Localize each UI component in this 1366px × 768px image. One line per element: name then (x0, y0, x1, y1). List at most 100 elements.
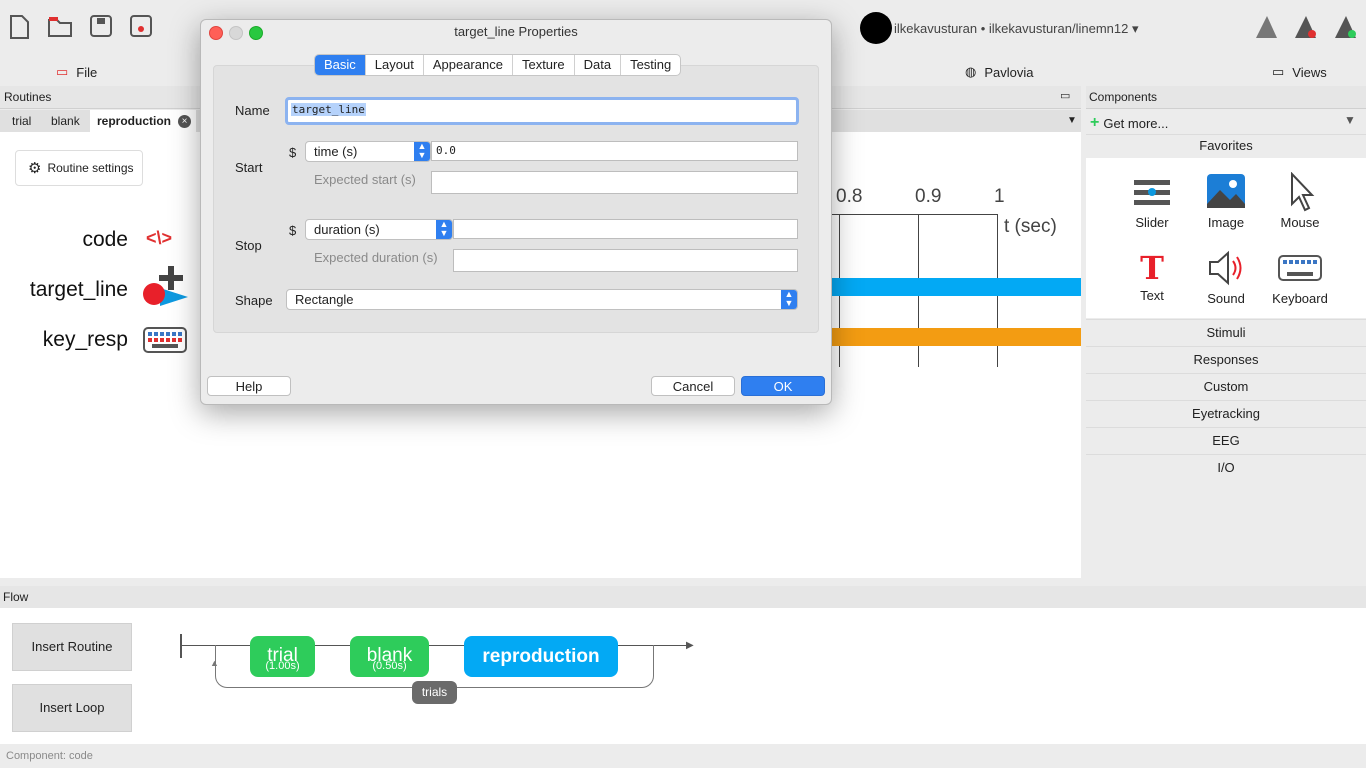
insert-routine-button[interactable]: Insert Routine (12, 623, 132, 671)
text-icon: T (1140, 249, 1164, 287)
name-input[interactable]: target_line (285, 97, 799, 125)
tab-reproduction[interactable]: reproduction (97, 114, 171, 128)
flow-title: Flow (3, 590, 29, 604)
filter-icon[interactable]: ▼ (1344, 113, 1356, 127)
polygon-icon[interactable] (140, 266, 190, 312)
favorites-header[interactable]: Favorites (1086, 134, 1366, 157)
pavlovia-menu[interactable]: ◍ Pavlovia (965, 64, 1033, 80)
mouse-cursor-icon (1291, 171, 1315, 212)
image-icon (1207, 174, 1245, 208)
favorites-grid: Slider Image Mouse T Text Sound Keyboard (1086, 158, 1366, 318)
tab-appearance[interactable]: Appearance (424, 55, 513, 75)
run-experiment-icon[interactable] (1332, 12, 1358, 40)
category-stimuli[interactable]: Stimuli (1086, 319, 1366, 345)
fav-mouse[interactable]: Mouse (1263, 171, 1337, 230)
stop-value-input[interactable] (453, 219, 798, 239)
save-as-icon[interactable] (128, 12, 154, 40)
dialog-title: target_line Properties (454, 24, 578, 39)
maximize-icon[interactable]: ▭ (1060, 89, 1070, 102)
speaker-icon (1209, 250, 1242, 286)
zoom-window-button[interactable] (249, 26, 263, 40)
views-menu[interactable]: ▭ Views (1272, 64, 1327, 80)
flow-routine-blank[interactable]: blank (0.50s) (350, 636, 429, 677)
start-type-select[interactable]: time (s) ▲ ▼ (305, 141, 431, 162)
help-button[interactable]: Help (207, 376, 291, 396)
fav-sound-label: Sound (1207, 291, 1245, 306)
fav-image-label: Image (1207, 215, 1245, 230)
fav-keyboard-label: Keyboard (1272, 291, 1328, 306)
get-more-button[interactable]: + Get more... (1090, 114, 1168, 132)
components-header: Components (1086, 86, 1366, 109)
cancel-button[interactable]: Cancel (651, 376, 735, 396)
minimize-window-button[interactable] (229, 26, 243, 40)
loop-arrow-icon: ▲ (210, 658, 219, 668)
open-folder-icon[interactable] (46, 12, 72, 40)
fav-slider[interactable]: Slider (1115, 172, 1189, 230)
category-custom[interactable]: Custom (1086, 373, 1366, 399)
ok-button[interactable]: OK (741, 376, 825, 396)
key-resp-bar[interactable] (820, 328, 1081, 346)
stop-type-select[interactable]: duration (s) ▲ ▼ (305, 219, 453, 240)
new-file-icon[interactable] (6, 12, 32, 40)
timeline-axis (820, 214, 998, 215)
timeline-tick: 0.9 (915, 186, 942, 207)
fav-sound[interactable]: Sound (1189, 248, 1263, 306)
component-label-key-resp[interactable]: key_resp (0, 328, 128, 352)
start-value-input[interactable]: 0.0 (431, 141, 798, 161)
expected-start-input[interactable] (431, 171, 798, 194)
category-eyetracking[interactable]: Eyetracking (1086, 400, 1366, 426)
fav-text[interactable]: T Text (1115, 248, 1189, 303)
pavlovia-icon: ◍ (965, 64, 977, 79)
shape-select[interactable]: Rectangle ▲ ▼ (286, 289, 798, 310)
component-label-code[interactable]: code (0, 228, 128, 252)
tab-data[interactable]: Data (575, 55, 622, 75)
tab-testing[interactable]: Testing (621, 55, 680, 75)
flow-start-marker (180, 634, 182, 658)
expected-duration-input[interactable] (453, 249, 798, 272)
file-icon: ▭ (56, 64, 69, 79)
fav-image[interactable]: Image (1189, 172, 1263, 230)
flow-routine-duration: (1.00s) (265, 660, 300, 672)
save-icon[interactable] (88, 12, 114, 40)
category-eeg[interactable]: EEG (1086, 427, 1366, 453)
shape-label: Shape (235, 293, 273, 308)
tab-layout[interactable]: Layout (366, 55, 424, 75)
keyboard-icon[interactable] (143, 327, 187, 353)
timeline-tick: 0.8 (836, 186, 863, 207)
flow-routine-trial[interactable]: trial (1.00s) (250, 636, 315, 677)
routine-settings-button[interactable]: ⚙ Routine settings (15, 150, 143, 186)
tab-blank[interactable]: blank (51, 114, 80, 128)
insert-loop-button[interactable]: Insert Loop (12, 684, 132, 732)
loop-label-trials[interactable]: trials (412, 681, 457, 704)
pavlovia-run-icon[interactable] (1292, 12, 1318, 40)
flow-panel: Insert Routine Insert Loop ▶ ▲ trial (1.… (0, 608, 1366, 744)
name-label: Name (235, 103, 270, 118)
pavlovia-sync-icon[interactable] (1253, 12, 1279, 40)
start-type-value: time (s) (314, 144, 358, 159)
close-tab-icon[interactable]: × (178, 115, 191, 128)
status-bar: Component: code (0, 744, 1366, 768)
flow-routine-reproduction[interactable]: reproduction (464, 636, 618, 677)
fav-keyboard[interactable]: Keyboard (1263, 248, 1337, 306)
tab-trial[interactable]: trial (12, 114, 31, 128)
user-label[interactable]: ilkekavusturan • ilkekavusturan/linemn12… (894, 21, 1138, 37)
start-dollar-label: $ (289, 145, 297, 160)
stop-label: Stop (235, 238, 262, 253)
close-window-button[interactable] (209, 26, 223, 40)
chevron-updown-icon: ▲ ▼ (781, 290, 797, 309)
chevron-down-icon[interactable]: ▼ (1067, 115, 1077, 126)
tab-basic[interactable]: Basic (315, 55, 366, 75)
category-responses[interactable]: Responses (1086, 346, 1366, 372)
shape-value: Rectangle (295, 292, 354, 307)
tab-texture[interactable]: Texture (513, 55, 575, 75)
flow-arrow-icon: ▶ (686, 640, 694, 651)
category-io[interactable]: I/O (1086, 454, 1366, 480)
code-icon[interactable]: <\> (146, 228, 172, 249)
file-menu-label: File (76, 64, 98, 80)
plus-icon: + (1090, 114, 1100, 131)
file-menu[interactable]: ▭ File (56, 64, 97, 80)
target-line-bar[interactable] (820, 278, 1081, 296)
component-label-target-line[interactable]: target_line (0, 278, 128, 302)
user-avatar[interactable] (860, 12, 892, 44)
routines-title: Routines (4, 90, 52, 104)
